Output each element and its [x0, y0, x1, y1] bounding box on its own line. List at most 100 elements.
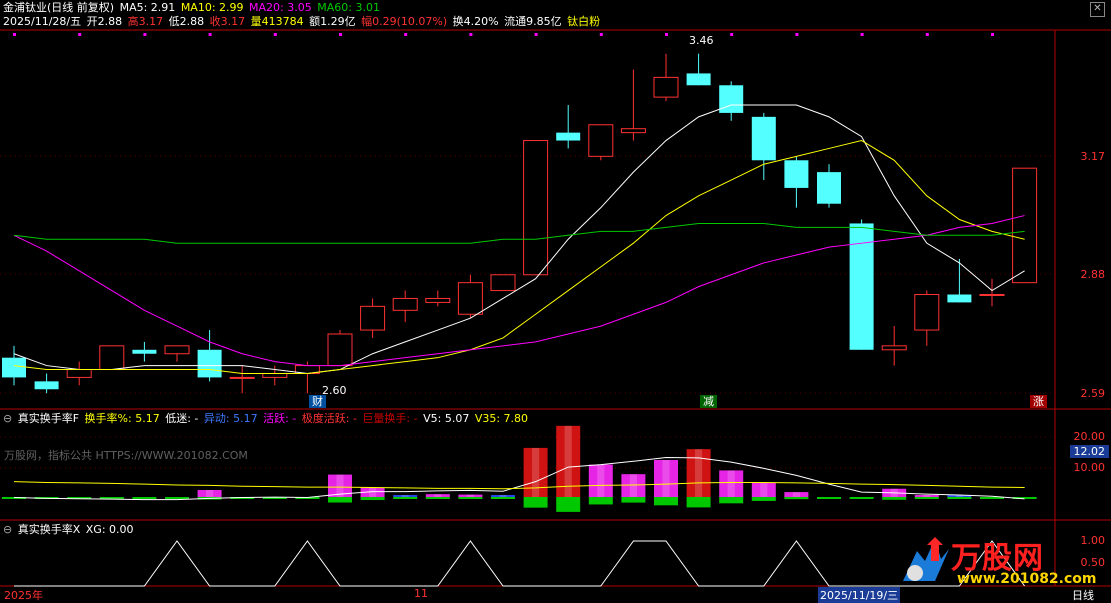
- turnover-bar-highlight: [760, 482, 768, 497]
- turnover-value-label: 换手率%: 5.17: [84, 412, 160, 425]
- turnover-bar-tail: [165, 497, 189, 499]
- top-tick-mark: [925, 33, 929, 36]
- volume-label: 量413784: [250, 15, 304, 28]
- jiliang-label: 巨量换手: -: [362, 412, 418, 425]
- turnover-bar-tail: [556, 497, 581, 512]
- turnover-bar-tail: [328, 497, 352, 503]
- candle-body: [914, 294, 940, 331]
- top-tick-mark: [339, 33, 342, 36]
- candle-body: [327, 333, 353, 367]
- turnover-bar-highlight: [434, 494, 442, 497]
- top-tick-mark: [404, 33, 408, 36]
- stock-title[interactable]: 金浦钛业(日线 前复权): [3, 1, 114, 14]
- candle-body: [360, 305, 386, 331]
- candlestick-layer: [2, 53, 1038, 394]
- turnover-bar-tail: [588, 497, 613, 505]
- candle-body: [719, 85, 744, 113]
- turnover-bar-tail: [784, 497, 809, 500]
- signal-panel-header: ⊖ 真实换手率X XG: 0.00: [3, 523, 136, 537]
- price-tick: 3.17: [1080, 150, 1106, 163]
- turnover-bar-highlight: [923, 495, 931, 497]
- ma20-label: MA20: 3.05: [249, 1, 312, 14]
- candle-body: [1012, 167, 1038, 284]
- current-turnover-badge: 12.02: [1069, 445, 1109, 458]
- high-annotation: 3.46: [689, 34, 714, 47]
- candle-body: [490, 274, 516, 292]
- signal-panel-title[interactable]: 真实换手率X: [18, 523, 81, 536]
- chevron-down-icon[interactable]: ⊖: [3, 412, 12, 425]
- candle-body: [751, 116, 776, 161]
- candle-body: [164, 345, 190, 355]
- candle-body: [229, 376, 255, 379]
- turnover-bar-highlight: [532, 447, 540, 497]
- candle-body: [881, 345, 907, 351]
- turnover-tick: 20.00: [1073, 430, 1106, 443]
- chart-canvas[interactable]: [0, 0, 1111, 601]
- candle-body: [947, 294, 972, 303]
- turnover-bar-tail: [425, 497, 450, 499]
- top-tick-mark: [730, 33, 734, 36]
- turnover-panel-header: ⊖ 真实换手率F 换手率%: 5.17 低迷: - 异动: 5.17 活跃: -…: [3, 412, 530, 426]
- close-label: 收3.17: [209, 15, 246, 28]
- turnover-bar-tail: [686, 497, 711, 508]
- top-tick-mark: [469, 33, 473, 36]
- brand-logo: 万股网 www.201082.com: [895, 531, 1097, 591]
- turnover-lines-layer: [13, 456, 1025, 501]
- concept-label[interactable]: 钛白粉: [567, 15, 600, 28]
- candle-body: [653, 76, 679, 98]
- candle-body: [425, 297, 451, 303]
- ma10-label: MA10: 2.99: [180, 1, 244, 14]
- chart-frame: [0, 29, 1111, 587]
- close-icon[interactable]: ✕: [1090, 2, 1105, 17]
- xg-label: XG: 0.00: [85, 523, 134, 536]
- high-label: 高3.17: [127, 15, 164, 28]
- turnover-tick: 10.00: [1073, 461, 1106, 474]
- open-label: 开2.88: [86, 15, 123, 28]
- change-label: 幅0.29(10.07%): [361, 15, 448, 28]
- candle-body: [523, 140, 549, 276]
- reduce-marker[interactable]: 减: [700, 395, 717, 408]
- candle-body: [620, 128, 646, 134]
- turnover-bar-tail: [882, 497, 907, 500]
- date-label: 2025/11/28/五: [3, 15, 82, 28]
- turnover-panel-title[interactable]: 真实换手率F: [18, 412, 79, 425]
- candle-body: [197, 349, 222, 378]
- amount-label: 额1.29亿: [309, 15, 356, 28]
- turnover-label: 换4.20%: [452, 15, 499, 28]
- ma60-label: MA60: 3.01: [317, 1, 380, 14]
- v35-label: V35: 7.80: [474, 412, 529, 425]
- turnover-bar-tail: [523, 497, 548, 508]
- chevron-down-icon[interactable]: ⊖: [3, 523, 12, 536]
- yidong-label: 异动: 5.17: [203, 412, 258, 425]
- top-tick-mark: [143, 33, 147, 36]
- candle-body: [588, 124, 614, 157]
- turnover-bar-tail: [849, 497, 874, 499]
- top-tick-mark: [13, 33, 16, 36]
- top-tick-mark: [599, 33, 603, 36]
- turnover-bar-tail: [914, 497, 939, 499]
- turnover-bar-highlight: [695, 449, 703, 497]
- price-tick: 2.88: [1080, 268, 1106, 281]
- turnover-bars-layer: [2, 425, 1037, 512]
- price-tick: 2.59: [1080, 387, 1106, 400]
- huoyue-label: 活跃: -: [263, 412, 297, 425]
- top-tick-mark: [860, 33, 864, 36]
- candle-body: [99, 345, 125, 371]
- turnover-bar-highlight: [206, 490, 214, 497]
- turnover-bar-tail: [751, 497, 776, 501]
- turnover-line-v35: [13, 481, 1025, 490]
- candle-body: [262, 372, 288, 378]
- candle-body: [979, 294, 1005, 297]
- turnover-bar-tail: [817, 497, 841, 499]
- turnover-bar-tail: [719, 497, 744, 504]
- top-tick-mark: [665, 33, 668, 36]
- quote-header: 2025/11/28/五 开2.88 高3.17 低2.88 收3.17 量41…: [3, 15, 602, 29]
- main-header: 金浦钛业(日线 前复权) MA5: 2.91 MA10: 2.99 MA20: …: [3, 1, 382, 15]
- finance-marker[interactable]: 财: [309, 395, 326, 408]
- turnover-bar-tail: [491, 497, 515, 499]
- candle-body: [392, 297, 418, 311]
- turnover-bar-highlight: [727, 470, 735, 497]
- limit-up-marker[interactable]: 涨: [1030, 395, 1047, 408]
- turnover-line-v5: [13, 456, 1025, 501]
- float-label: 流通9.85亿: [504, 15, 562, 28]
